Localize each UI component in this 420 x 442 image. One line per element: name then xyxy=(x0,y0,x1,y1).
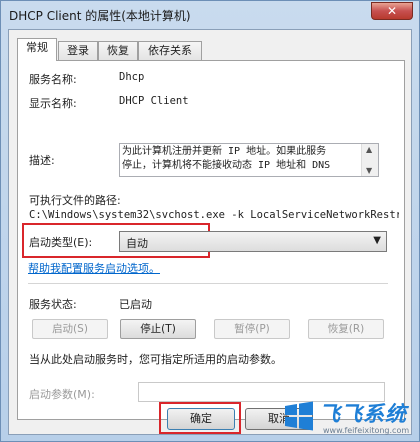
display-name-label: 显示名称: xyxy=(29,97,77,110)
title-bar[interactable]: DHCP Client 的属性(本地计算机) ✕ xyxy=(1,1,419,29)
startup-type-select[interactable]: 自动 ▼ xyxy=(119,231,387,252)
exe-path-label: 可执行文件的路径: xyxy=(29,194,121,207)
service-name-value: Dhcp xyxy=(119,71,145,83)
description-label: 描述: xyxy=(29,154,55,167)
description-line: 为此计算机注册并更新 IP 地址。如果此服务 xyxy=(122,146,327,157)
stop-button[interactable]: 停止(T) xyxy=(120,319,196,339)
tab-dependencies[interactable]: 依存关系 xyxy=(138,41,202,60)
general-panel: 服务名称: Dhcp 显示名称: DHCP Client 描述: 为此计算机注册… xyxy=(17,60,405,420)
display-name-value: DHCP Client xyxy=(119,95,189,107)
scroll-down-icon[interactable]: ▼ xyxy=(366,166,372,175)
ok-button[interactable]: 确定 xyxy=(167,408,235,430)
tab-general[interactable]: 常规 xyxy=(17,38,57,61)
close-button[interactable]: ✕ xyxy=(371,2,413,20)
pause-button[interactable]: 暂停(P) xyxy=(214,319,290,339)
watermark: 飞飞系统 www.feifeixitong.com xyxy=(283,396,419,442)
scroll-up-icon[interactable]: ▲ xyxy=(366,145,372,154)
properties-dialog: DHCP Client 的属性(本地计算机) ✕ 常规 登录 恢复 依存关系 服… xyxy=(0,0,420,442)
watermark-brand: 飞飞系统 xyxy=(319,402,407,426)
divider xyxy=(28,283,388,284)
status-label: 服务状态: xyxy=(29,298,77,311)
service-name-label: 服务名称: xyxy=(29,73,77,86)
description-scrollbar[interactable]: ▲ ▼ xyxy=(361,144,378,176)
description-text: 为此计算机注册并更新 IP 地址。如果此服务 停止，计算机将不能接收动态 IP … xyxy=(122,145,360,173)
watermark-url: www.feifeixitong.com xyxy=(323,426,410,435)
description-line: 停止，计算机将不能接收动态 IP 地址和 DNS xyxy=(122,160,331,171)
description-box[interactable]: 为此计算机注册并更新 IP 地址。如果此服务 停止，计算机将不能接收动态 IP … xyxy=(119,143,379,177)
resume-button[interactable]: 恢复(R) xyxy=(308,319,384,339)
status-value: 已启动 xyxy=(119,298,152,311)
tab-logon[interactable]: 登录 xyxy=(58,41,98,60)
tab-recovery[interactable]: 恢复 xyxy=(98,41,138,60)
params-label: 启动参数(M): xyxy=(29,388,95,401)
startup-type-value: 自动 xyxy=(126,237,148,250)
params-hint: 当从此处启动服务时，您可指定所适用的启动参数。 xyxy=(29,353,282,366)
windows-logo-icon xyxy=(285,401,313,431)
window-title: DHCP Client 的属性(本地计算机) xyxy=(9,9,191,23)
help-link[interactable]: 帮助我配置服务启动选项。 xyxy=(28,260,160,276)
startup-type-label: 启动类型(E): xyxy=(29,236,93,249)
dialog-body: 常规 登录 恢复 依存关系 服务名称: Dhcp 显示名称: DHCP Clie… xyxy=(8,29,412,435)
chevron-down-icon: ▼ xyxy=(373,235,381,246)
start-button[interactable]: 启动(S) xyxy=(32,319,108,339)
exe-path-value: C:\Windows\system32\svchost.exe -k Local… xyxy=(29,209,399,221)
